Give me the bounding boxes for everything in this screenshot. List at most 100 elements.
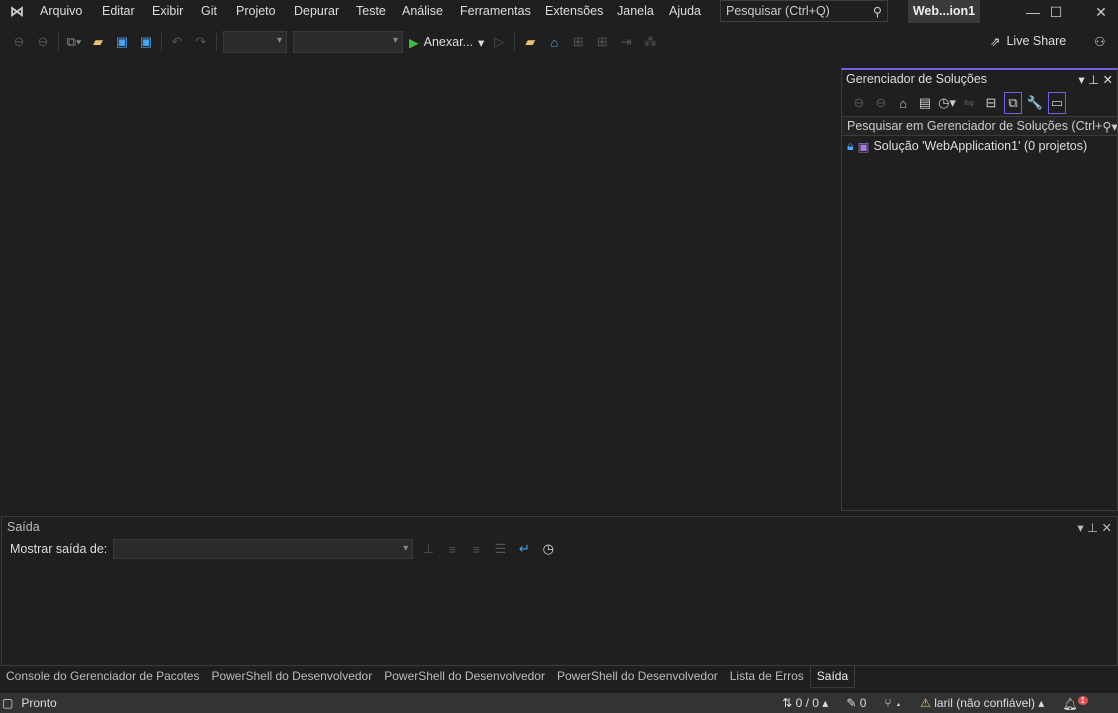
home-icon[interactable]: ⌂ bbox=[894, 96, 912, 111]
panel-controls[interactable]: ▾ ⊥ ✕ bbox=[1078, 72, 1113, 88]
pending-changes-icon[interactable]: ◷▾ bbox=[938, 95, 956, 111]
solution-icon: ▣ bbox=[857, 140, 870, 154]
live-share-label: Live Share bbox=[1006, 34, 1067, 48]
tab-developer-powershell[interactable]: PowerShell do Desenvolvedor bbox=[378, 666, 551, 688]
browser-icon[interactable]: ⌂ bbox=[545, 35, 563, 50]
edits-count: 0 bbox=[859, 696, 867, 710]
sync-icon[interactable]: ⇋ bbox=[960, 95, 978, 111]
maximize-button[interactable]: ☐ bbox=[1033, 0, 1079, 24]
run-label: Anexar... bbox=[423, 35, 473, 49]
output-source-dropdown[interactable] bbox=[113, 539, 414, 559]
menu-ferramentas[interactable]: Ferramentas bbox=[460, 4, 531, 18]
bottom-tabs: Console do Gerenciador de Pacotes PowerS… bbox=[0, 666, 856, 688]
edits-status[interactable]: ✎ 0 bbox=[846, 696, 866, 710]
status-icon: ▢ bbox=[2, 696, 14, 710]
forward-icon[interactable]: ⊖ bbox=[872, 95, 890, 111]
save-all-icon[interactable]: ▣ bbox=[137, 34, 155, 50]
tab-package-manager-console[interactable]: Console do Gerenciador de Pacotes bbox=[0, 666, 205, 688]
panel-title: Saída bbox=[7, 520, 40, 534]
notifications-button[interactable]: 🔔︎ 1 bbox=[1062, 695, 1088, 711]
menu-git[interactable]: Git bbox=[201, 4, 217, 18]
publish-icon[interactable]: ⊞ bbox=[569, 34, 587, 50]
redo-icon[interactable]: ↷ bbox=[192, 34, 210, 50]
timestamp-icon[interactable]: ◷ bbox=[539, 541, 557, 557]
run-button[interactable]: ▶ Anexar... ▾ bbox=[409, 35, 484, 50]
word-wrap-icon[interactable]: ↵ bbox=[515, 541, 533, 557]
solution-search-input[interactable]: Pesquisar em Gerenciador de Soluções (Ct… bbox=[842, 116, 1117, 136]
new-project-icon[interactable]: ⧉▾ bbox=[65, 34, 83, 50]
standard-toolbar: ⊖ ⊖ ⧉▾ ▰ ▣ ▣ ↶ ↷ ▶ Anexar... ▾ ▷ ▰ ⌂ ⊞ ⊞ ⇥… bbox=[0, 30, 980, 54]
open-folder-icon[interactable]: ▰ bbox=[89, 34, 107, 50]
menu-exibir[interactable]: Exibir bbox=[152, 4, 183, 18]
switch-views-icon[interactable]: ▤ bbox=[916, 95, 934, 111]
separator bbox=[58, 33, 59, 51]
search-placeholder: Pesquisar em Gerenciador de Soluções (Ct… bbox=[847, 119, 1103, 133]
show-output-label: Mostrar saída de: bbox=[10, 542, 108, 556]
back-icon[interactable]: ⊖ bbox=[10, 34, 28, 50]
lock-icon: 🔒︎ bbox=[847, 139, 854, 153]
preview-icon[interactable]: ▭ bbox=[1048, 92, 1066, 114]
user-status[interactable]: ⚠ laril (não confiável) ▴ bbox=[920, 696, 1044, 710]
menu-depurar[interactable]: Depurar bbox=[294, 4, 339, 18]
start-without-debug-icon[interactable]: ▷ bbox=[490, 34, 508, 50]
menu-teste[interactable]: Teste bbox=[356, 4, 386, 18]
step-icon[interactable]: ⇥ bbox=[617, 34, 635, 50]
output-panel: Saída ▾ ⊥ ✕ Mostrar saída de: ⊥ ≡ ≡ ☰ ↵ ◷ bbox=[1, 516, 1118, 666]
search-input[interactable]: Pesquisar (Ctrl+Q) ⚲ bbox=[720, 0, 888, 22]
search-placeholder: Pesquisar (Ctrl+Q) bbox=[726, 4, 830, 18]
visual-studio-logo-icon: ⋈ bbox=[10, 3, 24, 19]
panel-title: Gerenciador de Soluções bbox=[846, 72, 988, 86]
menu-analise[interactable]: Análise bbox=[402, 4, 443, 18]
status-bar: ▢ Pronto ⇅ 0 / 0 ▴ ✎ 0 ⑂ ▴ ⚠ laril (não … bbox=[0, 693, 1118, 713]
tab-error-list[interactable]: Lista de Erros bbox=[724, 666, 810, 688]
back-icon[interactable]: ⊖ bbox=[850, 95, 868, 111]
menu-arquivo[interactable]: Arquivo bbox=[40, 4, 82, 18]
undo-icon[interactable]: ↶ bbox=[168, 34, 186, 50]
solution-label: Solução 'WebApplication1' (0 projetos) bbox=[873, 139, 1088, 153]
menu-editar[interactable]: Editar bbox=[102, 4, 135, 18]
tab-developer-powershell[interactable]: PowerShell do Desenvolvedor bbox=[205, 666, 378, 688]
sync-count: 0 / 0 bbox=[795, 696, 819, 710]
tree-item-solution[interactable]: 🔒︎ ▣ Solução 'WebApplication1' (0 projetos… bbox=[842, 136, 1117, 157]
share-icon: ⇗ bbox=[990, 35, 1001, 49]
search-icon: ⚲▾ bbox=[1102, 120, 1117, 134]
close-button[interactable]: ✕ bbox=[1078, 0, 1118, 24]
forward-icon[interactable]: ⊖ bbox=[34, 34, 52, 50]
clear-all-icon[interactable]: ☰ bbox=[491, 541, 509, 557]
git-branch-button[interactable]: ⑂ ▴ bbox=[884, 696, 902, 710]
menu-extensoes[interactable]: Extensões bbox=[545, 4, 603, 18]
panel-controls[interactable]: ▾ ⊥ ✕ bbox=[1077, 520, 1112, 536]
separator bbox=[161, 33, 162, 51]
play-icon: ▶ bbox=[409, 35, 419, 50]
warning-icon: ⚠ bbox=[920, 696, 931, 710]
chevron-down-icon: ▾ bbox=[477, 35, 485, 50]
next-message-icon[interactable]: ≡ bbox=[467, 542, 485, 557]
status-text: Pronto bbox=[21, 696, 57, 710]
search-icon: ⚲ bbox=[872, 5, 882, 19]
menu-projeto[interactable]: Projeto bbox=[236, 4, 276, 18]
solution-explorer-panel: Gerenciador de Soluções ▾ ⊥ ✕ ⊖ ⊖ ⌂ ▤ ◷▾ … bbox=[841, 68, 1118, 511]
feedback-icon[interactable]: ⚇ bbox=[1094, 34, 1105, 49]
menu-bar: ⋈ Arquivo Editar Exibir Git Projeto Depu… bbox=[0, 0, 710, 24]
tab-output[interactable]: Saída bbox=[809, 666, 856, 688]
collapse-all-icon[interactable]: ⊟ bbox=[982, 95, 1000, 111]
tab-developer-powershell[interactable]: PowerShell do Desenvolvedor bbox=[551, 666, 724, 688]
menu-ajuda[interactable]: Ajuda bbox=[669, 4, 701, 18]
previous-message-icon[interactable]: ≡ bbox=[443, 542, 461, 557]
separator bbox=[216, 33, 217, 51]
menu-janela[interactable]: Janela bbox=[617, 4, 654, 18]
notification-badge: 1 bbox=[1077, 695, 1088, 705]
diagnostics-icon[interactable]: ⁂ bbox=[641, 34, 659, 50]
save-icon[interactable]: ▣ bbox=[113, 34, 131, 50]
configuration-dropdown[interactable] bbox=[223, 31, 287, 53]
find-message-icon[interactable]: ⊥ bbox=[419, 541, 437, 557]
deploy-icon[interactable]: ⊞ bbox=[593, 34, 611, 50]
platform-dropdown[interactable] bbox=[293, 31, 403, 53]
properties-icon[interactable]: 🔧 bbox=[1026, 95, 1044, 111]
show-all-files-icon[interactable]: ⧉ bbox=[1004, 92, 1022, 114]
user-label: laril (não confiável) bbox=[934, 696, 1035, 710]
live-share-button[interactable]: ⇗ Live Share ⚇ bbox=[990, 34, 1105, 49]
separator bbox=[514, 33, 516, 51]
sync-status[interactable]: ⇅ 0 / 0 ▴ bbox=[782, 696, 828, 710]
find-in-folder-icon[interactable]: ▰ bbox=[521, 34, 539, 50]
